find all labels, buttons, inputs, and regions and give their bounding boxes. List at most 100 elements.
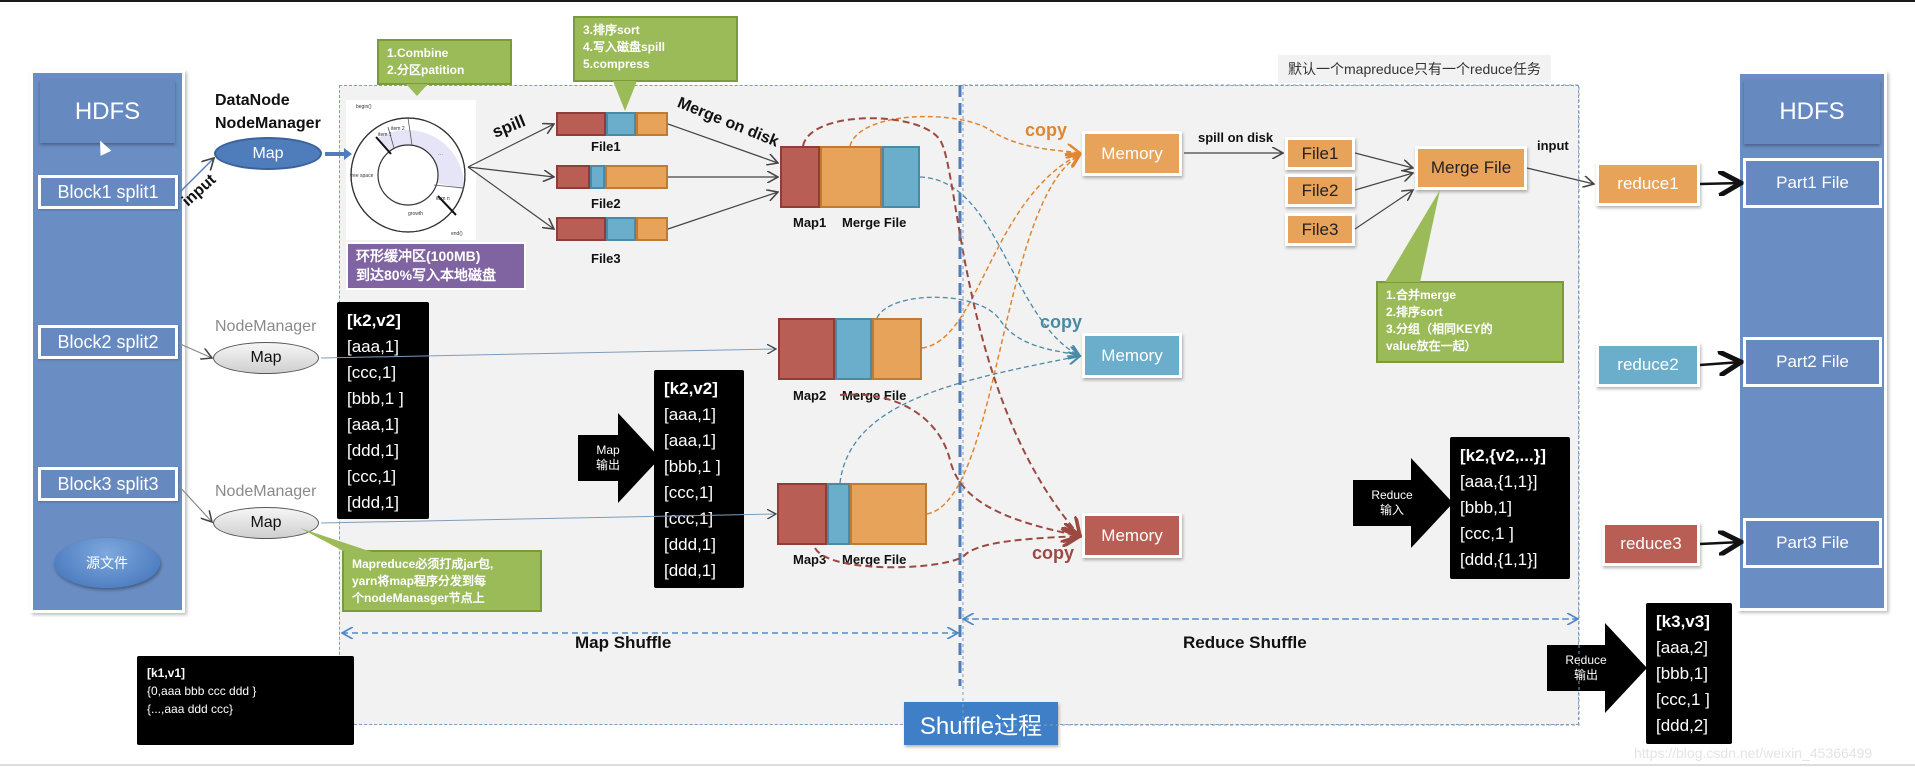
kv-row: [ccc,1]	[664, 509, 714, 528]
spill-file-3[interactable]	[556, 217, 668, 241]
kv-row: [aaa,2]	[1656, 638, 1708, 657]
kv-row: [bbb,1 ]	[347, 389, 404, 408]
note-line: yarn将map程序分发到每	[352, 574, 487, 588]
memory-red[interactable]: Memory	[1082, 513, 1182, 558]
memory-blue[interactable]: Memory	[1082, 333, 1182, 378]
kv-input-box: [k1,v1] {0,aaa bbb ccc ddd } {...,aaa dd…	[137, 656, 354, 745]
kv-reduce-input-box: [k2,{v2,...}] [aaa,{1,1}] [bbb,1] [ccc,1…	[1450, 437, 1570, 579]
kv-row: [ccc,1]	[347, 467, 397, 486]
reduce-merge-file[interactable]: Merge File	[1415, 146, 1527, 190]
kv-row: [ddd,1]	[347, 493, 399, 512]
datanode-label: DataNode	[215, 92, 290, 109]
part3-file[interactable]: Part3 File	[1743, 518, 1882, 568]
map2-label: Map2	[793, 388, 827, 403]
note-line: 个nodeManasger节点上	[352, 591, 485, 605]
kv-map-output-box: [k2,v2] [aaa,1] [ccc,1] [bbb,1 ] [aaa,1]…	[337, 302, 429, 519]
reduce-file-1[interactable]: File1	[1285, 137, 1355, 170]
block1-split1[interactable]: Block1 split1	[38, 175, 178, 209]
nodemanager-label-3: NodeManager	[215, 483, 317, 500]
kv-header: [k2,v2]	[664, 379, 718, 398]
shuffle-region	[339, 85, 1579, 725]
note-line: 5.compress	[583, 57, 650, 71]
note-line: 2.分区patition	[387, 63, 465, 77]
watermark: https://blog.csdn.net/weixin_45366499	[1634, 745, 1873, 761]
kv-row: [bbb,1]	[1656, 664, 1708, 683]
ring-buffer-note-line-2: 到达80%写入本地磁盘	[356, 267, 497, 283]
note-line: 2.排序sort	[1386, 305, 1443, 319]
svg-text:...: ...	[438, 151, 443, 157]
sort-spill-compress-note: 3.排序sort 4.写入磁盘spill 5.compress	[573, 16, 738, 82]
map-node-3[interactable]: Map	[213, 507, 319, 539]
tag-line: 输入	[1379, 503, 1404, 517]
map3-label: Map3	[793, 552, 827, 567]
reduce-shuffle-label: Reduce Shuffle	[1183, 633, 1307, 652]
tag-line: 输出	[595, 458, 620, 472]
map-node-2[interactable]: Map	[213, 342, 319, 374]
reduce-file-2[interactable]: File2	[1285, 174, 1355, 207]
default-reduce-note: 默认一个mapreduce只有一个reduce任务	[1278, 55, 1551, 83]
tag-line: Map	[596, 443, 620, 457]
map1-merge-file[interactable]	[780, 146, 920, 208]
kv-row: [ccc,1 ]	[1656, 690, 1710, 709]
part2-file[interactable]: Part2 File	[1743, 337, 1882, 387]
ring-buffer-diagram: begin() item 2 item 1 ... item n free sp…	[346, 100, 476, 240]
kv-header: [k3,v3]	[1656, 612, 1710, 631]
kv-row: [ccc,1]	[664, 483, 714, 502]
svg-text:growth: growth	[408, 211, 423, 217]
spill-file-2[interactable]	[556, 165, 668, 189]
block2-split2[interactable]: Block2 split2	[38, 325, 178, 359]
reduce-file-3[interactable]: File3	[1285, 213, 1355, 246]
jar-distribution-note: Mapreduce必须打成jar包, yarn将map程序分发到每 个nodeM…	[342, 550, 542, 612]
map-shuffle-label: Map Shuffle	[575, 633, 672, 652]
ring-buffer-note: 环形缓冲区(100MB) 到达80%写入本地磁盘	[346, 242, 526, 290]
kv-row: [ddd,{1,1}]	[1460, 550, 1538, 569]
map2-merge-file-label: Merge File	[842, 388, 907, 403]
spill-file-1-label: File1	[591, 139, 621, 154]
map1-label: Map1	[793, 215, 827, 230]
kv-row: [ddd,1]	[664, 561, 716, 580]
svg-text:end(): end()	[451, 231, 463, 237]
spill-file-3-label: File3	[591, 251, 621, 266]
kv-row: [ccc,1]	[347, 363, 397, 382]
kv-row: [aaa,{1,1}]	[1460, 472, 1538, 491]
note-line: 4.写入磁盘spill	[583, 40, 666, 54]
note-line: 3.排序sort	[583, 23, 640, 37]
merge-sort-group-note: 1.合并merge 2.排序sort 3.分组（相同KEY的 value放在一起…	[1376, 281, 1564, 363]
bottom-border	[0, 764, 1915, 766]
sort-note-pointer	[613, 81, 637, 111]
spill-file-2-label: File2	[591, 196, 621, 211]
kv-row: [aaa,1]	[664, 405, 716, 424]
reducer-1[interactable]: reduce1	[1596, 162, 1700, 206]
copy-label-blue: copy	[1040, 312, 1083, 332]
tag-line: 输出	[1573, 668, 1598, 682]
copy-label-red: copy	[1032, 543, 1075, 563]
kv-row: [bbb,1]	[1460, 498, 1512, 517]
kv-row: [ccc,1 ]	[1460, 524, 1514, 543]
kv-row: {0,aaa bbb ccc ddd }	[147, 684, 257, 698]
svg-text:item 1: item 1	[378, 132, 392, 138]
kv-row: [aaa,1]	[664, 431, 716, 450]
map-output-tag: Map 输出	[580, 435, 636, 481]
combine-note-pointer	[406, 84, 428, 96]
kv-sorted-map-output-box: [k2,v2] [aaa,1] [aaa,1] [bbb,1 ] [ccc,1]…	[654, 370, 744, 588]
kv-row: [aaa,1]	[347, 415, 399, 434]
reducer-2[interactable]: reduce2	[1596, 343, 1700, 387]
part1-file[interactable]: Part1 File	[1743, 158, 1882, 208]
kv-reduce-output-box: [k3,v3] [aaa,2] [bbb,1] [ccc,1 ] [ddd,2]	[1646, 603, 1732, 744]
spill-on-disk-label: spill on disk	[1198, 130, 1274, 145]
memory-orange[interactable]: Memory	[1082, 131, 1182, 176]
reducer-3[interactable]: reduce3	[1602, 522, 1700, 566]
shuffle-process-title: Shuffle过程	[904, 702, 1058, 745]
block3-split3[interactable]: Block3 split3	[38, 467, 178, 501]
spill-file-1[interactable]	[556, 112, 668, 136]
map-node-1[interactable]: Map	[214, 137, 322, 170]
map2-merge-file[interactable]	[778, 318, 922, 380]
note-line: value放在一起）	[1386, 339, 1477, 353]
svg-text:item 2: item 2	[391, 126, 405, 132]
source-file-ellipse[interactable]: 源文件	[54, 538, 160, 588]
note-line: 1.Combine	[387, 46, 449, 60]
kv-row: [ddd,1]	[664, 535, 716, 554]
reduce-input-label: input	[1537, 138, 1569, 153]
reduce-output-tag: Reduce 输出	[1549, 645, 1623, 691]
map3-merge-file[interactable]	[777, 483, 927, 545]
